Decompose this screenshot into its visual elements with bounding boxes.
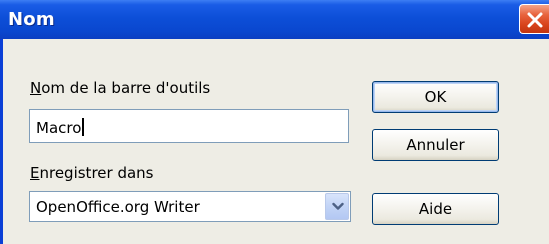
save-in-label-text: nregistrer dans — [39, 164, 154, 182]
save-in-label: Enregistrer dans — [30, 164, 153, 182]
close-icon — [527, 12, 543, 28]
toolbar-name-text: Macro — [36, 119, 82, 137]
text-cursor — [82, 118, 85, 136]
toolbar-name-label: Nom de la barre d'outils — [30, 79, 210, 97]
title-bar[interactable]: Nom — [0, 0, 549, 39]
toolbar-name-label-text: om de la barre d'outils — [41, 79, 211, 97]
cancel-button[interactable]: Annuler — [372, 129, 499, 161]
toolbar-name-value: Macro — [36, 118, 85, 137]
toolbar-name-input[interactable]: Macro — [29, 109, 349, 143]
save-in-select[interactable]: OpenOffice.org Writer — [29, 191, 351, 222]
chevron-down-icon — [332, 202, 344, 210]
help-button[interactable]: Aide — [372, 193, 499, 225]
ok-button[interactable]: OK — [372, 81, 499, 113]
close-button[interactable] — [519, 4, 549, 34]
toolbar-name-label-mnemonic: N — [30, 79, 42, 97]
save-in-selected-value: OpenOffice.org Writer — [36, 198, 200, 216]
window-title: Nom — [8, 9, 55, 30]
dialog-window: Nom Nom de la barre d'outils Macro Enreg… — [0, 0, 549, 244]
dropdown-button[interactable] — [325, 193, 349, 220]
